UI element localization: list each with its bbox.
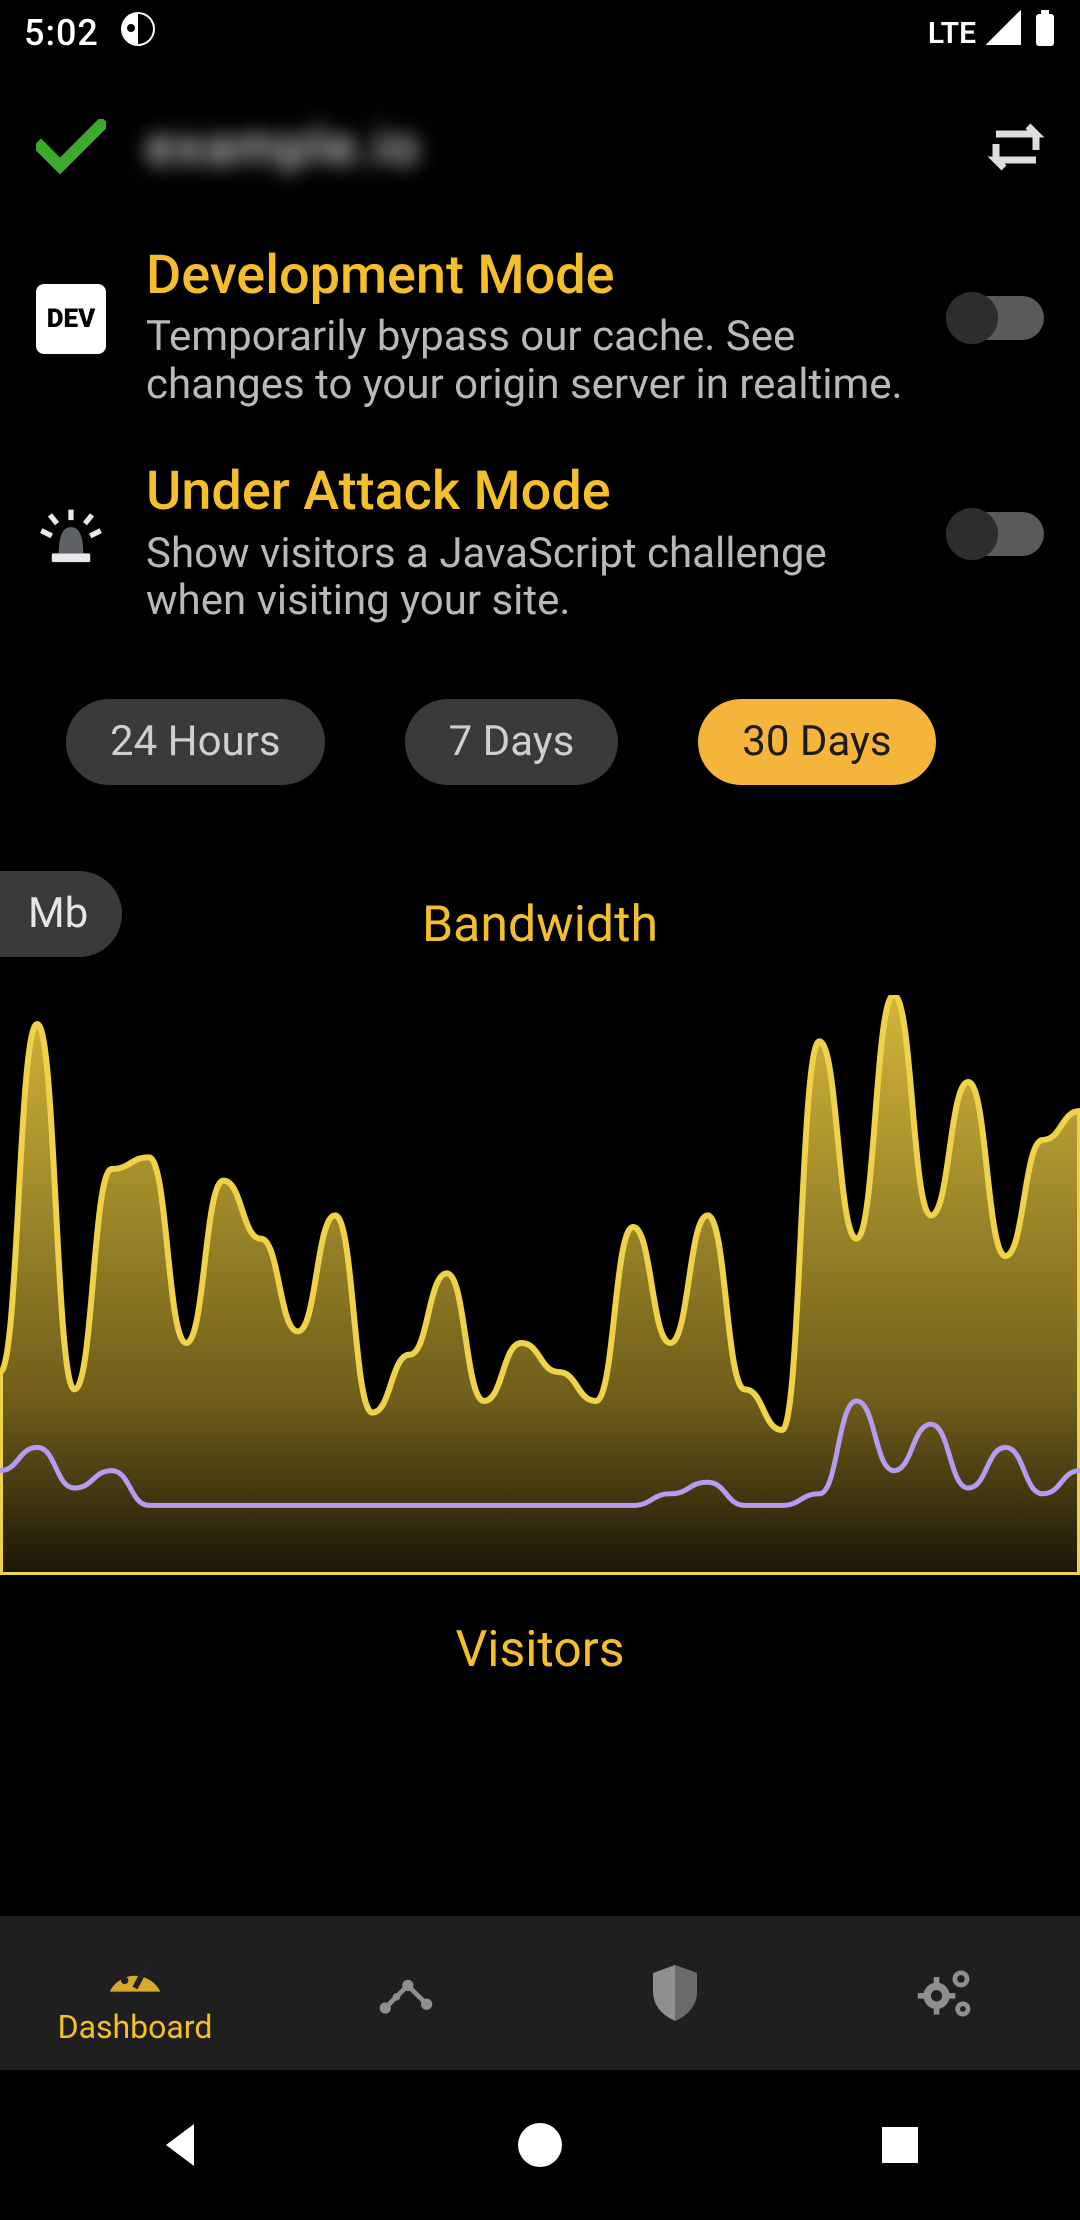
battery-icon [1034, 10, 1056, 57]
nav-security[interactable] [540, 1916, 810, 2070]
recent-apps-button[interactable] [873, 2118, 928, 2173]
bandwidth-title: Bandwidth [422, 896, 658, 954]
dev-mode-toggle[interactable] [948, 296, 1044, 340]
period-24h[interactable]: 24 Hours [66, 699, 325, 785]
siren-icon [36, 500, 106, 570]
network-icon [374, 1962, 436, 2024]
bandwidth-header: Mb Bandwidth [0, 865, 1080, 985]
home-button[interactable] [513, 2118, 568, 2173]
nav-dashboard[interactable]: Dashboard [0, 1916, 270, 2070]
dashboard-icon [104, 1940, 166, 2002]
attack-mode-title: Under Attack Mode [146, 462, 908, 521]
period-30d[interactable]: 30 Days [698, 699, 935, 785]
visitors-header: Visitors [0, 1575, 1080, 1725]
dev-icon: DEV [36, 284, 106, 354]
domain-title[interactable]: example.io [146, 116, 944, 177]
status-bar: 5:02 LTE [0, 0, 1080, 66]
shield-icon [644, 1962, 706, 2024]
setting-development-mode: DEV Development Mode Temporarily bypass … [0, 226, 1080, 442]
period-selector: 24 Hours 7 Days 30 Days [0, 659, 1080, 825]
attack-mode-desc: Show visitors a JavaScript challenge whe… [146, 530, 908, 625]
dev-mode-desc: Temporarily bypass our cache. See change… [146, 313, 908, 408]
signal-icon [986, 10, 1024, 57]
back-button[interactable] [153, 2118, 208, 2173]
period-7d[interactable]: 7 Days [405, 699, 619, 785]
nav-settings[interactable] [810, 1916, 1080, 2070]
visitors-title: Visitors [455, 1621, 624, 1679]
network-type: LTE [928, 16, 976, 51]
bandwidth-chart[interactable] [0, 995, 1080, 1575]
nav-dashboard-label: Dashboard [58, 2008, 213, 2046]
status-ok-icon [36, 119, 106, 174]
app-header: example.io [0, 66, 1080, 226]
setting-under-attack-mode: Under Attack Mode Show visitors a JavaSc… [0, 442, 1080, 658]
bottom-nav: Dashboard [0, 1916, 1080, 2070]
attack-mode-toggle[interactable] [948, 512, 1044, 556]
app-status-icon [119, 10, 157, 57]
swap-domain-icon[interactable] [984, 122, 1044, 170]
system-nav [0, 2070, 1080, 2220]
status-time: 5:02 [24, 12, 99, 54]
gear-icon [914, 1962, 976, 2024]
unit-chip[interactable]: Mb [0, 871, 122, 957]
main-content: example.io DEV Development Mode Temporar… [0, 66, 1080, 1916]
dev-mode-title: Development Mode [146, 246, 908, 305]
nav-analytics[interactable] [270, 1916, 540, 2070]
